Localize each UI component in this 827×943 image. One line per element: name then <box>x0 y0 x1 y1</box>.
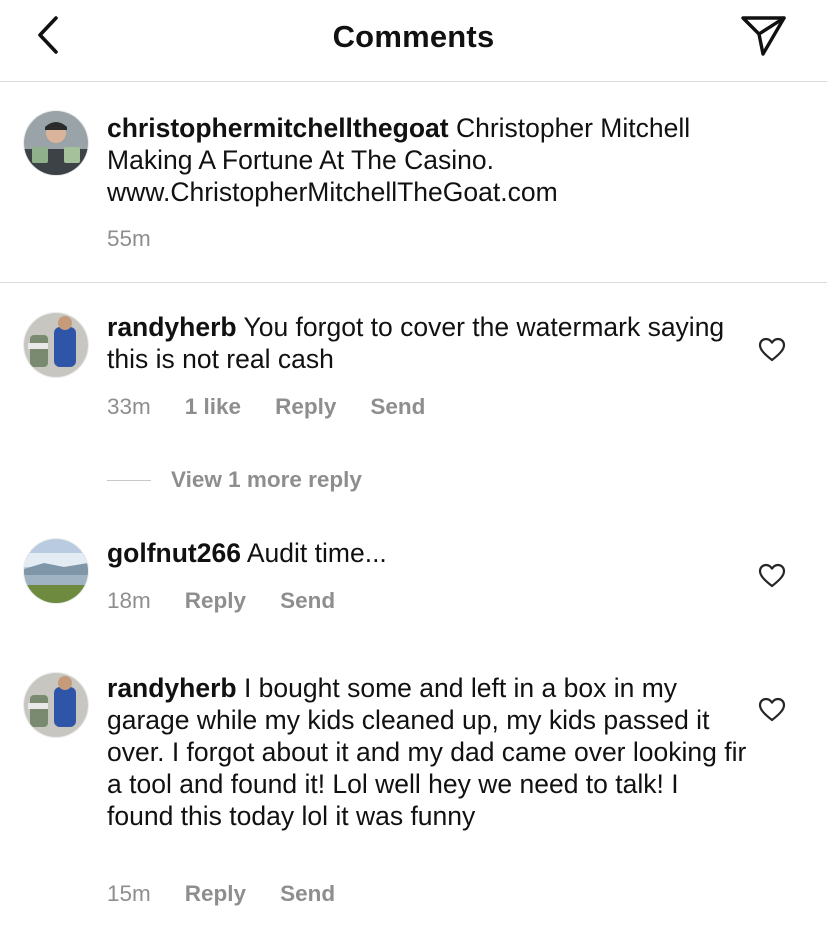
top-bar: Comments <box>0 0 827 82</box>
avatar[interactable] <box>24 539 88 603</box>
send-button[interactable]: Send <box>280 588 335 614</box>
comment-text: randyherb I bought some and left in a bo… <box>107 672 747 832</box>
send-button[interactable]: Send <box>370 394 425 420</box>
avatar[interactable] <box>24 313 88 377</box>
reply-button[interactable]: Reply <box>185 881 246 907</box>
reply-button[interactable]: Reply <box>185 588 246 614</box>
comment-meta: 33m 1 like Reply Send <box>107 394 425 420</box>
reply-thread-line <box>107 479 151 481</box>
post-caption: christophermitchellthegoat Christopher M… <box>0 81 827 283</box>
avatar[interactable] <box>24 111 88 175</box>
comment-text: randyherb You forgot to cover the waterm… <box>107 311 747 375</box>
comment-username[interactable]: randyherb <box>107 673 237 703</box>
caption-meta: 55m <box>107 226 151 252</box>
send-button[interactable]: Send <box>280 881 335 907</box>
avatar[interactable] <box>24 673 88 737</box>
view-more-replies[interactable]: View 1 more reply <box>107 465 362 495</box>
comment-username[interactable]: randyherb <box>107 312 237 342</box>
caption-time: 55m <box>107 226 151 251</box>
heart-icon[interactable] <box>758 563 786 589</box>
comment-text: golfnut266 Audit time... <box>107 537 747 569</box>
comment-meta: 18m Reply Send <box>107 588 335 614</box>
comment-time: 15m <box>107 881 151 906</box>
comment-body: Audit time... <box>240 538 387 568</box>
caption-username[interactable]: christophermitchellthegoat <box>107 113 449 143</box>
comment-time: 33m <box>107 394 151 419</box>
comment-meta: 15m Reply Send <box>107 881 335 907</box>
paper-plane-icon[interactable] <box>738 14 788 58</box>
comment-time: 18m <box>107 588 151 613</box>
heart-icon[interactable] <box>758 697 786 723</box>
likes-count[interactable]: 1 like <box>185 394 241 420</box>
caption-text: christophermitchellthegoat Christopher M… <box>107 112 747 208</box>
comment-username[interactable]: golfnut266 <box>107 538 241 568</box>
view-more-replies-label: View 1 more reply <box>171 467 362 492</box>
page-title: Comments <box>332 19 495 54</box>
heart-icon[interactable] <box>758 337 786 363</box>
reply-button[interactable]: Reply <box>275 394 336 420</box>
